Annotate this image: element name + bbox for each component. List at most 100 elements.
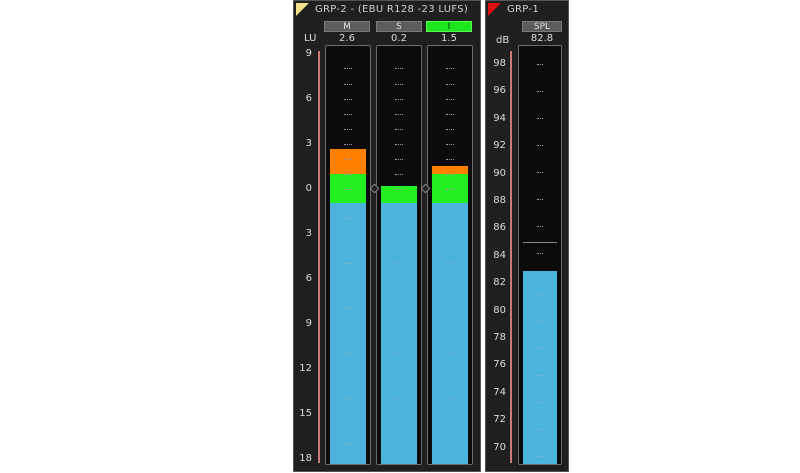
meter-gridline [537,226,543,227]
scale-tick-label: 94 [493,112,506,124]
scale-tick-label: 76 [493,359,506,371]
grp1-title: GRP-1 [507,4,539,15]
scale-tick-label: 6 [305,273,312,284]
meter-gridline [344,129,352,130]
meter-gridline [344,68,352,69]
scale-tick-label: 15 [299,408,312,419]
channel-s-button[interactable]: S [376,21,422,32]
meter-gridline [395,398,403,399]
meter-gridline [344,263,352,264]
scale-tick-label: 72 [493,414,506,426]
meter-gridline [395,308,403,309]
scale-tick-label: 86 [493,222,506,234]
meter-gridline [537,429,543,430]
grp2-scale-line [318,51,320,463]
meter-i-blue-segment [432,203,468,464]
meter-gridline [537,402,543,403]
scale-tick-label: 98 [493,58,506,69]
grp1-unit-label: dB [496,35,510,46]
channel-i-value: 1.5 [441,33,457,44]
meter-gridline [537,321,543,322]
meter-gridline [395,353,403,354]
meter-gridline [344,84,352,85]
grp1-panel: GRP-1 SPL dB 82.8 98 96 94 92 90 88 86 84 82 80 78… [485,0,569,472]
meter-i [427,45,473,465]
grp1-scale-line [510,51,512,463]
meter-gridline [446,189,454,190]
yellow-corner-icon[interactable] [296,3,309,16]
meter-gridline [446,99,454,100]
meter-gridline [537,348,543,349]
channel-s-value: 0.2 [391,33,407,44]
meter-gridline [446,114,454,115]
meter-gridline [446,159,454,160]
meter-gridline [537,253,543,254]
meter-gridline [395,159,403,160]
meter-m-orange-segment [330,149,366,174]
meter-spl [518,45,562,465]
channel-spl-button[interactable]: SPL [522,21,562,32]
meter-gridline [344,218,352,219]
meter-gridline [395,114,403,115]
meter-gridline [446,218,454,219]
meter-m [325,45,371,465]
meter-gridline [344,144,352,145]
meter-gridline [537,172,543,173]
scale-tick-label: 0 [305,183,312,194]
meter-spl-blue-segment [523,271,557,464]
meter-gridline [344,189,352,190]
scale-tick-label: 78 [493,332,506,343]
meter-gridline [344,443,352,444]
meter-gridline [344,353,352,354]
grp2-panel: GRP-2 - (EBU R128 -23 LUFS) M S I LU 2.6… [293,0,481,472]
red-corner-icon[interactable] [488,3,501,16]
meter-i-orange-segment [432,166,468,174]
meter-gridline [446,68,454,69]
channel-m-value: 2.6 [339,33,355,44]
grp2-title: GRP-2 - (EBU R128 -23 LUFS) [315,4,469,15]
meter-gridline [395,189,403,190]
meter-gridline [446,353,454,354]
meter-gridline [446,144,454,145]
scale-tick-label: 80 [493,304,506,316]
meter-gridline [395,174,403,175]
scale-tick-label: 88 [493,195,506,206]
scale-tick-label: 84 [493,249,506,261]
meter-gridline [395,68,403,69]
scale-tick-label: 74 [493,386,506,398]
meter-gridline [537,118,543,119]
meter-gridline [344,114,352,115]
scale-tick-label: 12 [299,363,312,374]
scale-tick-label: 82 [493,277,506,289]
scale-tick-label: 3 [305,138,312,149]
meter-gridline [395,99,403,100]
meter-gridline [537,456,543,457]
meter-gridline [537,294,543,295]
scale-tick-label: 9 [305,48,312,59]
meter-gridline [344,99,352,100]
meter-gridline [446,443,454,444]
meter-gridline [344,398,352,399]
meter-gridline [537,64,543,65]
meter-gridline [395,218,403,219]
channel-i-button[interactable]: I [426,21,472,32]
meter-gridline [446,263,454,264]
meter-gridline [344,159,352,160]
meter-gridline [446,308,454,309]
meter-gridline [537,375,543,376]
meter-m-blue-segment [330,203,366,464]
scale-tick-label: 70 [493,441,506,453]
meter-gridline [395,129,403,130]
channel-spl-value: 82.8 [530,33,554,44]
scale-tick-label: 92 [493,140,506,152]
scale-tick-label: 96 [493,85,506,97]
scale-tick-label: 3 [305,228,312,239]
meter-gridline [446,129,454,130]
scale-tick-label: 9 [305,318,312,329]
meter-s [376,45,422,465]
scale-tick-label: 6 [305,93,312,104]
meter-gridline [537,199,543,200]
meter-gridline [537,145,543,146]
meter-gridline [446,398,454,399]
channel-m-button[interactable]: M [324,21,370,32]
